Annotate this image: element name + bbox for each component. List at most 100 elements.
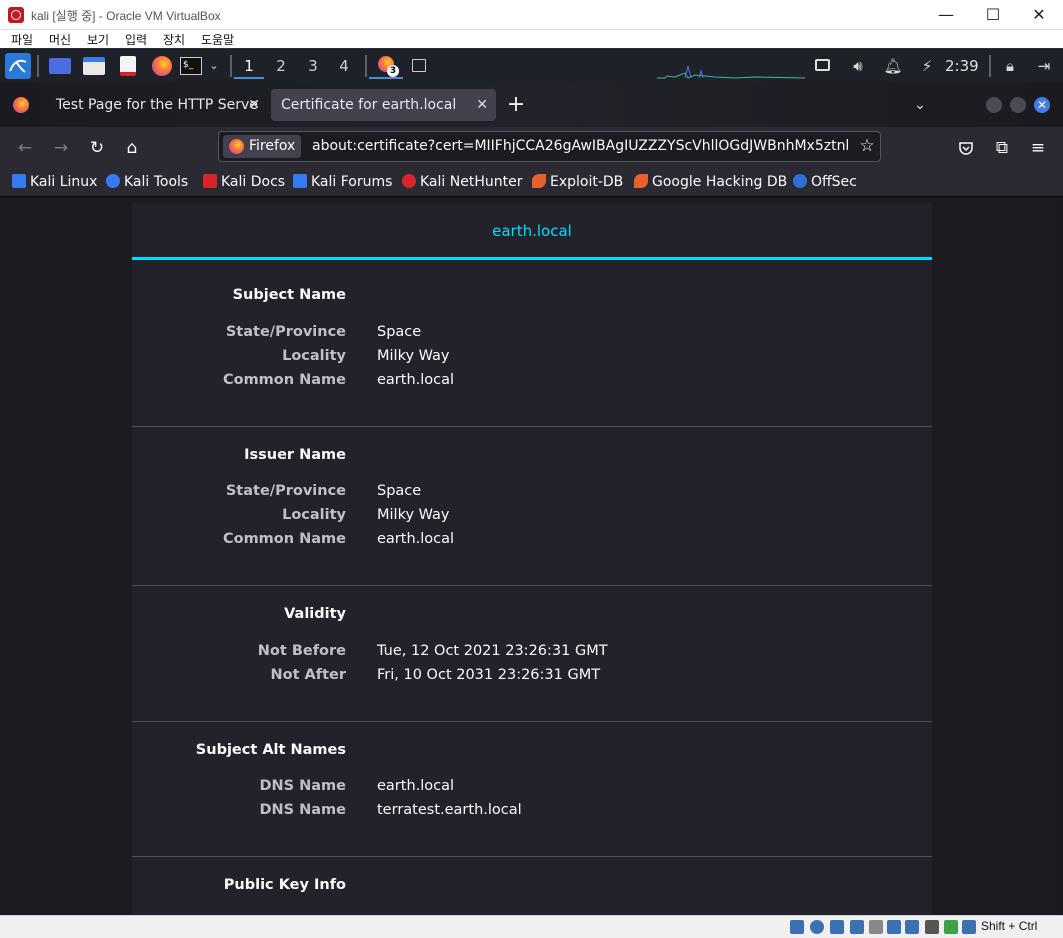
kali-dragon-icon <box>12 174 26 188</box>
row-label: Not After <box>270 667 346 683</box>
power-status-icon[interactable]: ⚡︎ <box>915 53 939 79</box>
row-value: earth.local <box>377 531 455 547</box>
section-title: Public Key Info <box>223 877 346 893</box>
menu-machine[interactable]: 머신 <box>49 31 71 48</box>
workspace-3[interactable]: 3 <box>298 53 328 79</box>
list-all-tabs-icon[interactable]: ⌄ <box>908 93 932 117</box>
pocket-icon[interactable] <box>953 135 979 161</box>
tab-close-icon[interactable]: ✕ <box>248 89 260 121</box>
page-scrollbar[interactable] <box>1056 197 1063 915</box>
identity-label: Firefox <box>249 138 296 154</box>
logout-icon[interactable]: ⇥ <box>1032 53 1056 79</box>
tab-close-icon[interactable]: ✕ <box>476 89 488 121</box>
display-icon[interactable] <box>905 920 919 934</box>
cert-tab-title[interactable]: earth.local <box>132 203 932 260</box>
window-minimize-button[interactable] <box>986 97 1002 113</box>
bookmark-kali-docs[interactable]: Kali Docs <box>203 173 285 191</box>
hard-disk-icon[interactable] <box>790 920 804 934</box>
row-value: Milky Way <box>377 507 450 523</box>
kali-menu-icon[interactable] <box>4 53 32 79</box>
close-window-button[interactable]: ✕ <box>1016 0 1062 30</box>
bookmark-label: Google Hacking DB <box>652 174 788 190</box>
workspace-2[interactable]: 2 <box>266 53 296 79</box>
row-value: Tue, 12 Oct 2021 23:26:31 GMT <box>377 643 608 659</box>
clock[interactable]: 2:39 <box>945 53 979 79</box>
virtualbox-logo-icon <box>8 7 24 23</box>
offsec-icon <box>793 174 807 188</box>
optical-drive-icon[interactable] <box>810 920 824 934</box>
app-menu-icon[interactable]: ≡ <box>1025 135 1051 161</box>
nethunter-icon <box>402 174 416 188</box>
bookmark-offsec[interactable]: OffSec <box>793 173 857 191</box>
minimize-button[interactable]: — <box>923 0 969 30</box>
bookmark-exploit-db[interactable]: Exploit-DB <box>532 173 623 191</box>
vbox-menubar: 파일 머신 보기 입력 장치 도움말 <box>0 30 1063 48</box>
home-icon[interactable]: ⌂ <box>119 135 145 161</box>
taskbar-firefox-button[interactable]: 3 <box>369 53 403 79</box>
window-count-badge: 3 <box>387 65 399 77</box>
text-editor-icon[interactable] <box>115 53 141 79</box>
section-issuer-name: Issuer Name State/Province Space Localit… <box>132 427 932 586</box>
network-icon[interactable] <box>812 53 834 79</box>
recording-icon[interactable] <box>925 920 939 934</box>
bookmark-kali-nethunter[interactable]: Kali NetHunter <box>402 173 522 191</box>
menu-view[interactable]: 보기 <box>87 31 109 48</box>
menu-input[interactable]: 입력 <box>125 31 147 48</box>
terminal-launcher-icon[interactable]: $_ <box>179 53 203 79</box>
firefox-view-icon[interactable] <box>13 97 29 113</box>
usb-icon[interactable] <box>869 920 883 934</box>
new-tab-button[interactable]: + <box>505 90 527 120</box>
bookmark-label: Kali Tools <box>124 174 189 190</box>
show-desktop-icon[interactable] <box>47 53 73 79</box>
bookmark-kali-linux[interactable]: Kali Linux <box>12 173 97 191</box>
bookmark-label: Kali NetHunter <box>420 174 523 190</box>
audio-icon[interactable] <box>830 920 844 934</box>
menu-file[interactable]: 파일 <box>11 31 33 48</box>
tab-label: Certificate for earth.local <box>281 97 457 113</box>
workspace-4[interactable]: 4 <box>329 53 359 79</box>
mouse-integration-icon[interactable] <box>962 920 976 934</box>
taskbar-terminal-button[interactable] <box>408 53 432 79</box>
back-arrow-icon[interactable]: ← <box>12 135 38 161</box>
url-bar[interactable]: Firefox about:certificate?cert=MIIFhjCCA… <box>218 131 881 162</box>
section-title: Validity <box>284 606 346 622</box>
volume-icon[interactable]: 🔊︎ <box>846 53 870 79</box>
row-value: terratest.earth.local <box>377 802 522 818</box>
reload-icon[interactable]: ↻ <box>84 135 110 161</box>
chevron-down-icon[interactable]: ⌄ <box>205 53 223 79</box>
bookmark-google-hacking-db[interactable]: Google Hacking DB <box>634 173 787 191</box>
shared-folders-icon[interactable] <box>887 920 901 934</box>
workspace-1[interactable]: 1 <box>234 53 264 79</box>
menu-help[interactable]: 도움말 <box>201 31 234 48</box>
firefox-identity-icon <box>229 139 244 154</box>
lock-screen-icon[interactable]: 🔒︎ <box>998 53 1022 79</box>
tab-test-page[interactable]: Test Page for the HTTP Serve ✕ <box>46 89 268 121</box>
row-label: DNS Name <box>259 778 346 794</box>
bookmark-kali-forums[interactable]: Kali Forums <box>293 173 392 191</box>
bookmark-star-icon[interactable]: ☆ <box>855 132 879 161</box>
row-label: Locality <box>282 348 346 364</box>
menu-devices[interactable]: 장치 <box>163 31 185 48</box>
network-adapter-icon[interactable] <box>850 920 864 934</box>
window-close-button[interactable]: ✕ <box>1034 97 1050 113</box>
file-manager-icon[interactable] <box>81 53 107 79</box>
bookmark-kali-tools[interactable]: Kali Tools <box>106 173 188 191</box>
tab-certificate[interactable]: Certificate for earth.local ✕ <box>271 89 496 121</box>
window-maximize-button[interactable] <box>1010 97 1026 113</box>
section-title: Subject Alt Names <box>195 742 346 758</box>
notification-bell-icon[interactable]: 🔔︎ <box>881 53 905 79</box>
tab-label: Test Page for the HTTP Serve <box>56 97 258 113</box>
kali-panel: $_ ⌄ 1 2 3 4 3 🔊︎ 🔔︎ ⚡︎ 2:39 🔒︎ ⇥ <box>0 48 1063 82</box>
extensions-icon[interactable]: ⧉ <box>989 135 1015 161</box>
forward-arrow-icon[interactable]: → <box>48 135 74 161</box>
section-title: Issuer Name <box>244 447 346 463</box>
maximize-button[interactable]: ☐ <box>970 0 1016 30</box>
firefox-launcher-icon[interactable] <box>149 53 175 79</box>
bookmark-label: Kali Docs <box>221 174 286 190</box>
virtualization-icon[interactable] <box>944 920 958 934</box>
url-input[interactable]: about:certificate?cert=MIIFhjCCA26gAwIBA… <box>312 132 852 161</box>
row-value: Fri, 10 Oct 2031 23:26:31 GMT <box>377 667 601 683</box>
identity-box[interactable]: Firefox <box>223 135 302 158</box>
section-subject-alt-names: Subject Alt Names DNS Name earth.local D… <box>132 722 932 857</box>
row-label: DNS Name <box>259 802 346 818</box>
